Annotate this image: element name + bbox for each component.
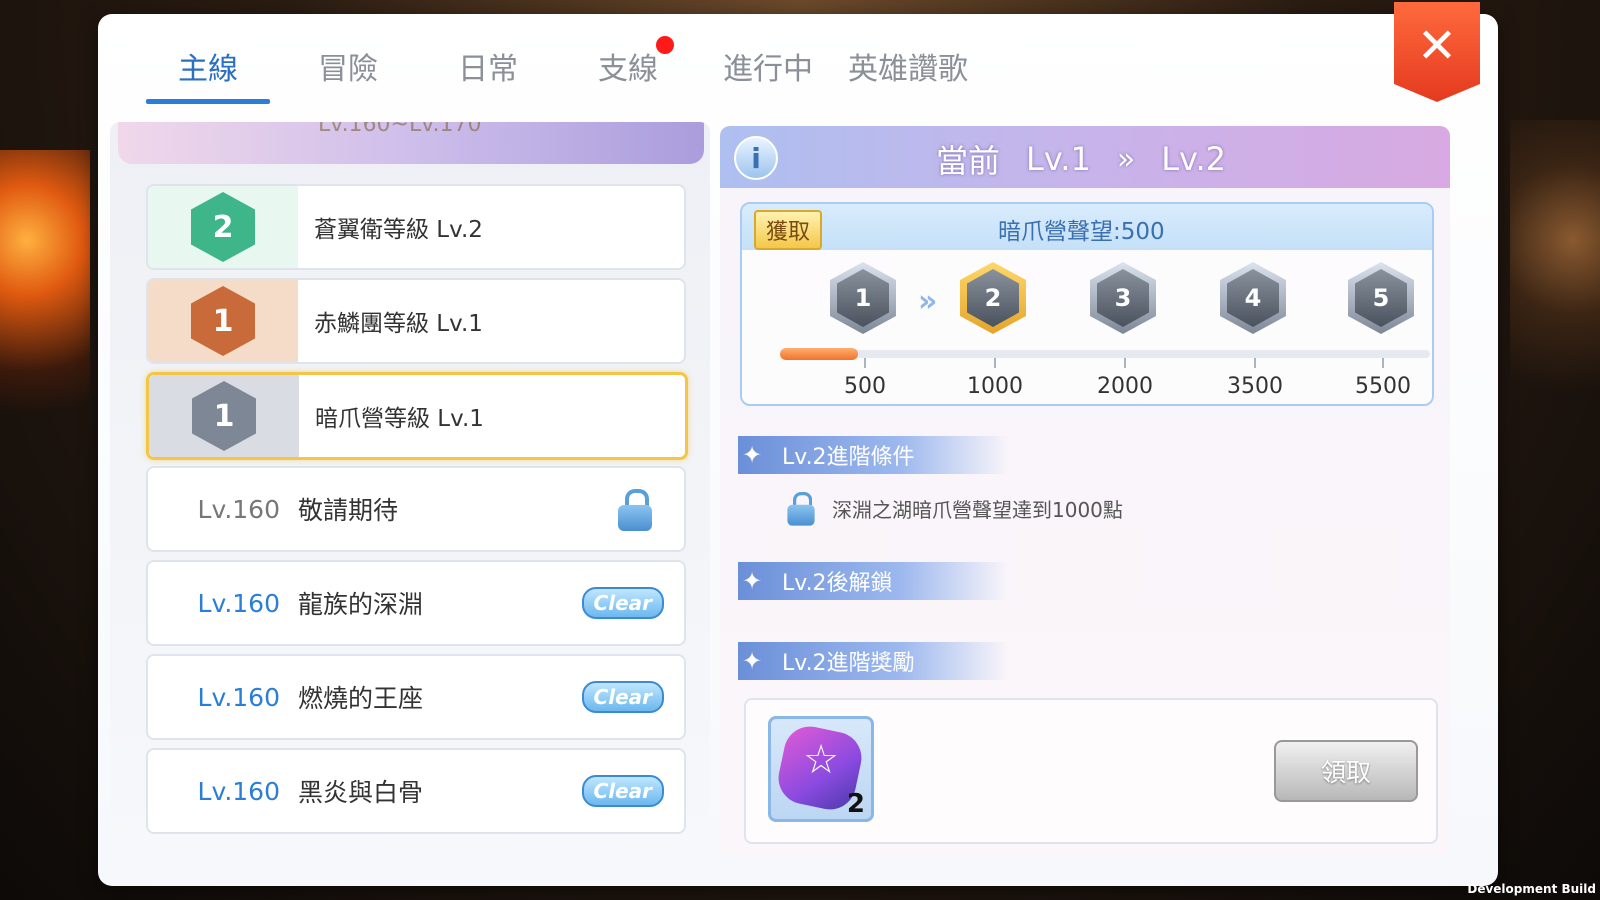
- section-rewards: ✦ Lv.2進階獎勵: [738, 642, 1008, 680]
- chevron-right-icon: »: [918, 284, 938, 319]
- background-torch-right: [1510, 120, 1600, 420]
- close-icon: ✕: [1416, 18, 1458, 74]
- condition-text: 深淵之湖暗爪營聲望達到1000點: [832, 497, 1123, 522]
- rank-shield-icon: 1: [192, 381, 256, 451]
- double-chevron-icon: »: [1116, 141, 1136, 177]
- reputation-value: 暗爪營聲望:500: [998, 219, 1165, 245]
- quest-row-burning-throne[interactable]: Lv.160 燃燒的王座 Clear: [146, 654, 686, 740]
- rank-shield-icon: 1: [191, 286, 255, 356]
- rank-shield-icon: 2: [191, 192, 255, 262]
- reputation-progress-bar: [780, 348, 1430, 360]
- progress-fill: [780, 348, 858, 360]
- detail-header: i 當前 Lv.1 » Lv.2: [720, 126, 1450, 188]
- reward-box: ☆ 2 領取: [744, 698, 1438, 844]
- current-label: 當前: [936, 142, 1001, 180]
- level-transition: 當前 Lv.1 » Lv.2: [936, 136, 1226, 182]
- threshold-label: 1000: [967, 374, 1023, 399]
- level-range-banner: Lv.160~Lv.170: [118, 122, 704, 164]
- quest-level: Lv.160: [197, 588, 280, 618]
- quest-title: 敬請期待: [298, 496, 399, 525]
- quest-row-dragon-abyss[interactable]: Lv.160 龍族的深淵 Clear: [146, 560, 686, 646]
- claim-button[interactable]: 領取: [1274, 740, 1418, 802]
- quest-title: 燃燒的王座: [298, 684, 424, 713]
- quest-title: 黑炎與白骨: [298, 778, 424, 807]
- tab-main[interactable]: 主線: [138, 36, 278, 104]
- faction-name: 蒼翼衛等級 Lv.2: [314, 217, 483, 243]
- quest-level: Lv.160: [197, 682, 280, 712]
- threshold-label: 2000: [1097, 374, 1153, 399]
- threshold-label: 500: [844, 374, 886, 399]
- development-build-label: Development Build: [1467, 882, 1596, 896]
- tab-daily[interactable]: 日常: [418, 36, 558, 96]
- faction-row-dark-claw[interactable]: 1 暗爪營等級 Lv.1: [146, 372, 688, 460]
- faction-badge: 1: [148, 280, 298, 362]
- faction-name: 暗爪營等級 Lv.1: [315, 406, 484, 432]
- sparkle-icon: ✦: [742, 647, 763, 675]
- quest-level: Lv.160: [197, 776, 280, 806]
- lock-icon: [787, 492, 815, 526]
- background-torch-left: [0, 150, 90, 450]
- tab-side[interactable]: 支線: [558, 36, 698, 96]
- sparkle-icon: ✦: [742, 567, 763, 595]
- quest-list[interactable]: Lv.160~Lv.170 2 蒼翼衛等級 Lv.2 1 赤鱗團等級 Lv.1 …: [110, 122, 710, 872]
- next-level: Lv.2: [1161, 140, 1226, 178]
- tab-in-progress[interactable]: 進行中: [698, 36, 838, 96]
- condition-item: 深淵之湖暗爪營聲望達到1000點: [784, 488, 1123, 528]
- quest-level: Lv.160: [197, 494, 280, 524]
- rank-node-1: 1: [830, 262, 896, 334]
- faction-row-azure-wing[interactable]: 2 蒼翼衛等級 Lv.2: [146, 184, 686, 270]
- quest-row-locked[interactable]: Lv.160 敬請期待: [146, 466, 686, 552]
- clear-badge: Clear: [581, 775, 664, 807]
- faction-detail: i 當前 Lv.1 » Lv.2 獲取 暗爪營聲望:500 1 » 2 3 4 …: [720, 126, 1450, 856]
- faction-name: 赤鱗團等級 Lv.1: [314, 311, 483, 337]
- quest-row-black-flame[interactable]: Lv.160 黑炎與白骨 Clear: [146, 748, 686, 834]
- close-button[interactable]: ✕: [1394, 2, 1480, 102]
- reward-item[interactable]: ☆ 2: [768, 716, 874, 822]
- tab-hero-anthem[interactable]: 英雄讚歌: [838, 36, 978, 96]
- faction-row-red-scale[interactable]: 1 赤鱗團等級 Lv.1: [146, 278, 686, 364]
- rank-node-3: 3: [1090, 262, 1156, 334]
- notification-dot: [656, 36, 674, 54]
- tab-adventure[interactable]: 冒險: [278, 36, 418, 96]
- quest-title: 龍族的深淵: [298, 590, 424, 619]
- reputation-box: 獲取 暗爪營聲望:500 1 » 2 3 4 5 500 1000 2000 3…: [740, 202, 1434, 406]
- tab-bar: 主線 冒險 日常 支線 進行中 英雄讚歌: [138, 36, 978, 110]
- reward-count: 2: [846, 789, 865, 819]
- threshold-label: 3500: [1227, 374, 1283, 399]
- quest-panel: 主線 冒險 日常 支線 進行中 英雄讚歌 ✕ Lv.160~Lv.170 2 蒼…: [98, 2, 1498, 886]
- section-conditions: ✦ Lv.2進階條件: [738, 436, 1008, 474]
- clear-badge: Clear: [581, 681, 664, 713]
- info-icon[interactable]: i: [734, 136, 778, 180]
- lock-icon: [618, 489, 652, 531]
- threshold-label: 5500: [1355, 374, 1411, 399]
- sparkle-icon: ✦: [742, 441, 763, 469]
- faction-badge: 1: [149, 375, 299, 457]
- clear-badge: Clear: [581, 587, 664, 619]
- faction-badge: 2: [148, 186, 298, 268]
- rank-node-4: 4: [1220, 262, 1286, 334]
- acquire-button[interactable]: 獲取: [754, 210, 823, 250]
- section-unlocks: ✦ Lv.2後解鎖: [738, 562, 1008, 600]
- rank-node-5: 5: [1348, 262, 1414, 334]
- current-level: Lv.1: [1026, 140, 1091, 178]
- rank-node-2: 2: [960, 262, 1026, 334]
